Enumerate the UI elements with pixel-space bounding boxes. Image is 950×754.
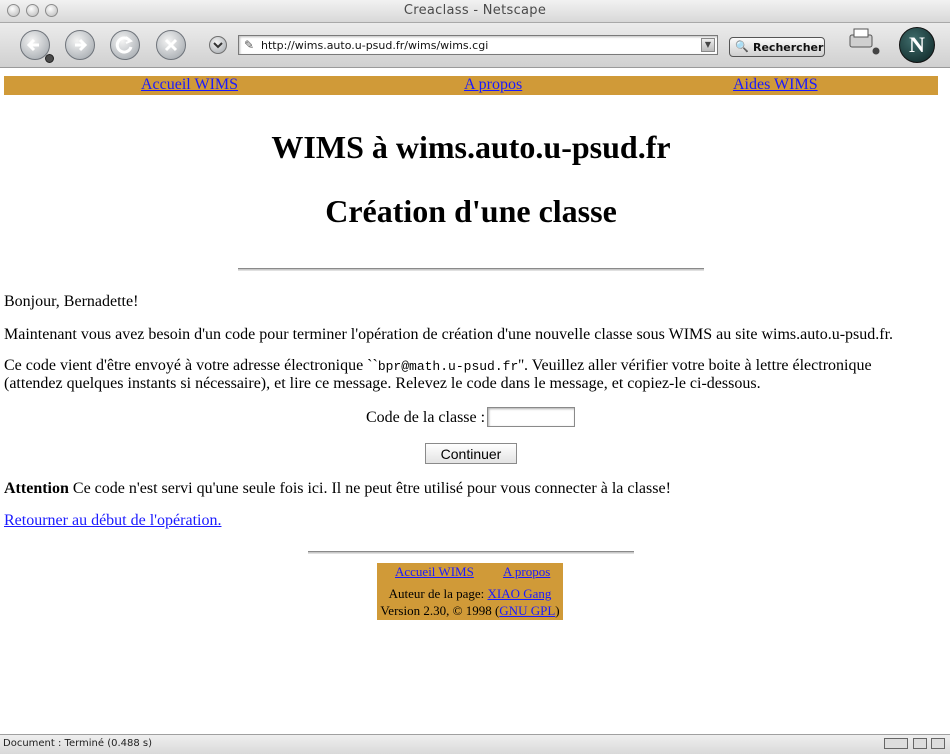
page-proxy-icon[interactable]: ✎ <box>244 38 254 52</box>
window-titlebar: Creaclass - Netscape <box>0 0 950 23</box>
footer-version: Version 2.30, © 1998 (GNU GPL) <box>377 603 563 619</box>
window-title: Creaclass - Netscape <box>403 3 547 18</box>
author-link[interactable]: XIAO Gang <box>488 586 552 601</box>
netscape-logo-icon[interactable]: N <box>899 27 935 63</box>
class-code-label: Code de la classe : <box>366 409 486 426</box>
connection-icon <box>884 738 908 749</box>
footer-link-home[interactable]: Accueil WIMS <box>395 564 474 580</box>
component-bar-icon[interactable] <box>913 738 927 749</box>
license-link[interactable]: GNU GPL <box>499 603 555 618</box>
status-bar: Document : Terminé (0.488 s) <box>0 734 950 754</box>
page-subtitle: Création d'une classe <box>325 193 617 229</box>
search-button[interactable]: 🔍 Rechercher <box>729 37 825 57</box>
intro-text: Maintenant vous avez besoin d'un code po… <box>4 326 894 343</box>
print-icon[interactable] <box>846 27 880 55</box>
search-icon: 🔍 <box>735 40 749 53</box>
nav-link-about[interactable]: A propos <box>464 76 522 94</box>
stop-button[interactable] <box>156 30 186 60</box>
url-bar[interactable]: ✎ ▼ <box>238 35 718 55</box>
attention-label: Attention <box>4 480 69 497</box>
version-text: Version 2.30, © 1998 ( <box>380 603 500 618</box>
back-history-dropdown[interactable] <box>45 54 54 63</box>
email-text-before: Ce code vient d'être envoyé à votre adre… <box>4 357 378 374</box>
url-input[interactable] <box>261 37 691 53</box>
status-text: Document : Terminé (0.488 s) <box>3 738 153 749</box>
chevron-down-icon <box>213 42 223 49</box>
greeting-text: Bonjour, Bernadette! <box>4 293 139 310</box>
footer-divider <box>308 551 634 554</box>
footer-author: Auteur de la page: XIAO Gang <box>377 586 563 602</box>
top-nav-bar: Accueil WIMS A propos Aides WIMS <box>4 76 938 95</box>
page-title: WIMS à wims.auto.u-psud.fr <box>271 129 671 165</box>
nav-link-home[interactable]: Accueil WIMS <box>141 76 238 94</box>
nav-link-help[interactable]: Aides WIMS <box>733 76 818 94</box>
back-to-start-link[interactable]: Retourner au début de l'opération. <box>4 512 221 529</box>
attention-text: Ce code n'est servi qu'une seule fois ic… <box>68 480 671 497</box>
attention-paragraph: Attention Ce code n'est servi qu'une seu… <box>4 480 934 497</box>
version-close: ) <box>555 603 560 618</box>
reload-button[interactable] <box>110 30 140 60</box>
url-history-button[interactable] <box>209 36 227 54</box>
divider <box>238 268 704 271</box>
url-dropdown-button[interactable]: ▼ <box>701 38 715 52</box>
back-arrow-icon <box>26 38 39 52</box>
email-paragraph: Ce code vient d'être envoyé à votre adre… <box>4 357 934 392</box>
unlocked-security-icon[interactable] <box>931 738 945 749</box>
footer-link-about[interactable]: A propos <box>503 564 550 580</box>
reload-icon <box>115 36 133 54</box>
class-code-input[interactable] <box>487 407 575 427</box>
forward-button[interactable] <box>65 30 95 60</box>
forward-arrow-icon <box>75 38 88 52</box>
back-link-paragraph: Retourner au début de l'opération. <box>4 512 934 529</box>
stop-icon <box>164 38 178 52</box>
author-label: Auteur de la page: <box>388 586 488 601</box>
email-address: bpr@math.u-psud.fr <box>377 359 519 374</box>
footer-box: Accueil WIMS A propos Auteur de la page:… <box>377 563 563 620</box>
search-button-label: Rechercher <box>753 41 824 54</box>
continue-button[interactable]: Continuer <box>425 443 517 464</box>
